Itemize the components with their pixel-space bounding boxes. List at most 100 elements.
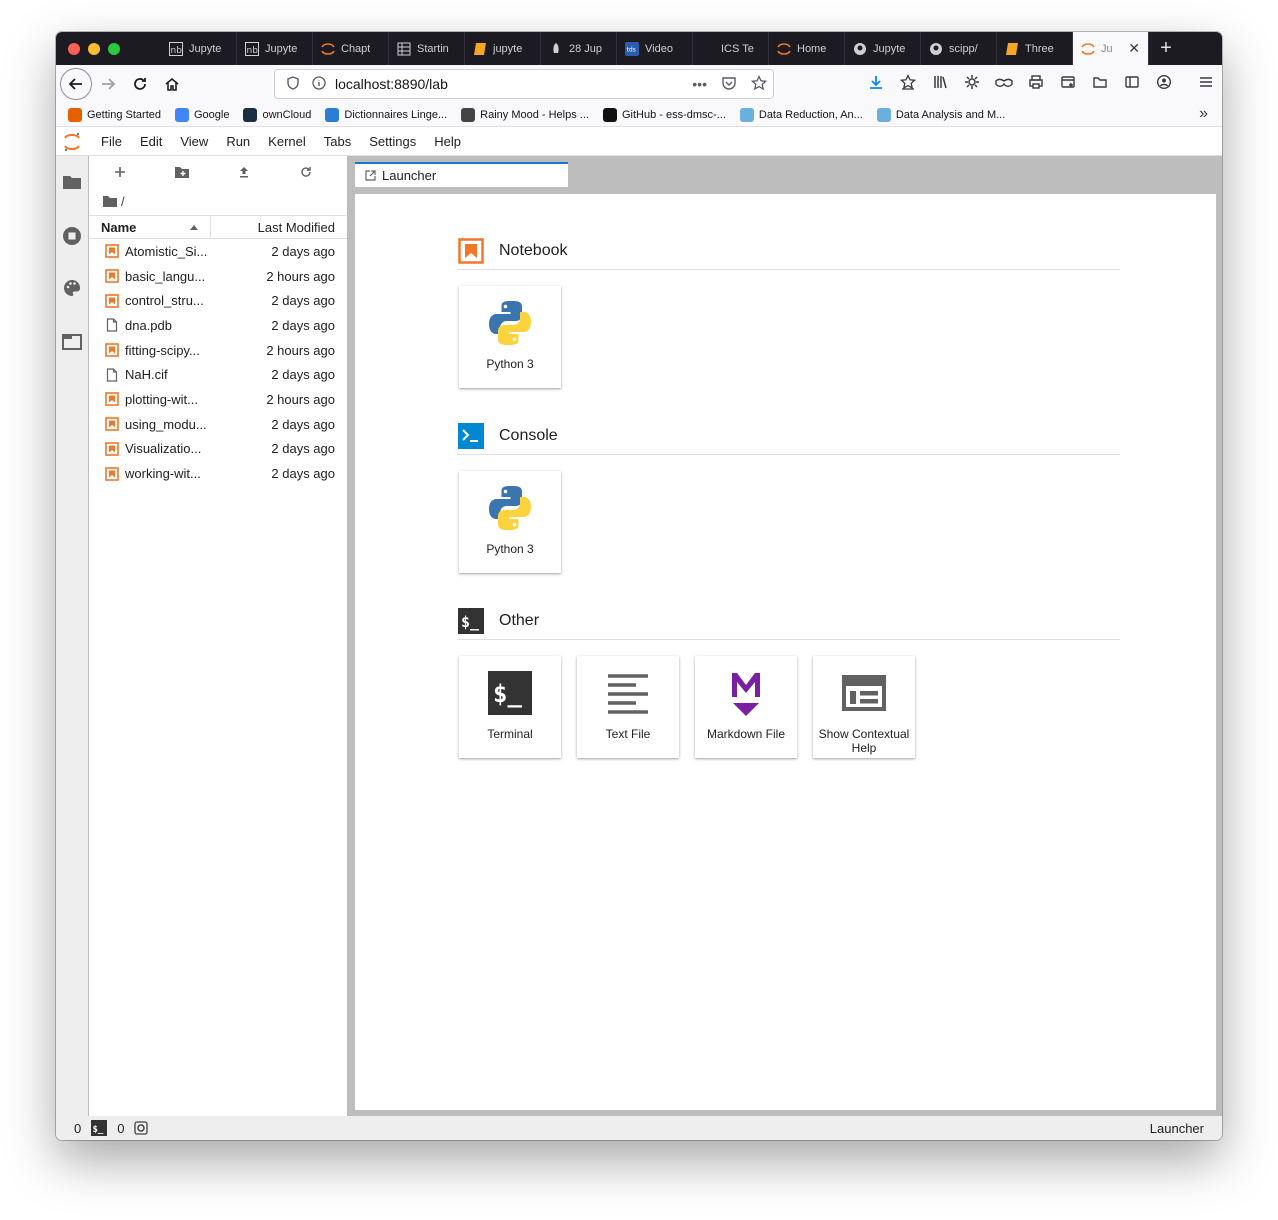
markdown-file-card[interactable]: Markdown File	[695, 656, 797, 758]
menu-settings[interactable]: Settings	[360, 134, 425, 149]
kernel-gear-icon[interactable]	[134, 1121, 149, 1135]
browser-tab-3[interactable]: Startin	[389, 32, 465, 65]
info-icon[interactable]	[309, 75, 329, 93]
file-name: Visualizatio...	[125, 441, 202, 457]
browser-tab-1[interactable]: nb Jupyte	[237, 32, 313, 65]
running-tab[interactable]	[56, 218, 88, 254]
file-row[interactable]: working-wit... 2 days ago	[89, 461, 347, 486]
svg-text:$_: $_	[461, 613, 480, 631]
tab-launcher[interactable]: Launcher	[355, 162, 568, 187]
menu-run[interactable]: Run	[217, 134, 259, 149]
bookmark-3[interactable]: Dictionnaires Linge...	[325, 107, 447, 122]
browser-tab-label: Chapt	[341, 42, 371, 55]
upload-button[interactable]	[213, 165, 275, 181]
menu-edit[interactable]: Edit	[131, 134, 171, 149]
pocket-icon[interactable]	[721, 75, 737, 94]
folder-icon[interactable]	[103, 195, 117, 207]
terminal-card[interactable]: $_ Terminal	[459, 656, 561, 758]
file-row[interactable]: dna.pdb 2 days ago	[89, 313, 347, 338]
bookmark-5[interactable]: GitHub - ess-dmsc-...	[602, 107, 726, 122]
home-button[interactable]	[156, 68, 188, 100]
library-icon[interactable]	[924, 74, 956, 94]
page-actions-icon[interactable]: •••	[692, 76, 707, 92]
new-tab-button[interactable]: +	[1149, 32, 1183, 65]
bookmark-0[interactable]: Getting Started	[68, 107, 161, 122]
sidebar-icon[interactable]	[1116, 74, 1148, 94]
browser-tab-6[interactable]: tds Video	[617, 32, 693, 65]
zoom-window-button[interactable]	[108, 42, 120, 55]
browser-tab-4[interactable]: jupyte	[465, 32, 541, 65]
last-modified-column-header[interactable]: Last Modified	[211, 220, 347, 235]
menu-file[interactable]: File	[92, 134, 131, 149]
file-row[interactable]: Visualizatio... 2 days ago	[89, 437, 347, 462]
panel-splitter[interactable]	[347, 156, 355, 1116]
new-launcher-button[interactable]	[89, 165, 151, 181]
file-browser-panel: / Name Last Modified Atomistic_Si... 2 da…	[89, 156, 347, 1116]
file-row[interactable]: control_stru... 2 days ago	[89, 288, 347, 313]
file-row[interactable]: NaH.cif 2 days ago	[89, 362, 347, 387]
download-icon[interactable]	[860, 74, 892, 94]
file-row[interactable]: Atomistic_Si... 2 days ago	[89, 239, 347, 264]
file-list: Atomistic_Si... 2 days ago basic_langu... 2…	[89, 239, 347, 486]
other-section-header: $_ Other	[457, 602, 1120, 640]
refresh-button[interactable]	[275, 165, 337, 181]
browser-tab-7[interactable]: ICS Te	[693, 32, 769, 65]
tabs-tab[interactable]	[56, 324, 88, 360]
hamburger-menu-icon[interactable]	[1190, 74, 1222, 94]
file-row[interactable]: using_modu... 2 days ago	[89, 412, 347, 437]
browser-tab-0[interactable]: nb Jupyte	[161, 32, 237, 65]
bookmark-2[interactable]: ownCloud	[243, 107, 311, 122]
browser-tab-5[interactable]: 28 Jup	[541, 32, 617, 65]
minimize-window-button[interactable]	[88, 42, 100, 55]
url-bar[interactable]: localhost:8890/lab •••	[274, 69, 774, 99]
screenshot-icon[interactable]	[1052, 74, 1084, 94]
bookmark-7[interactable]: Data Analysis and M...	[876, 107, 1005, 122]
bookmark-4[interactable]: Rainy Mood - Helps ...	[461, 107, 589, 122]
file-row[interactable]: plotting-wit... 2 hours ago	[89, 387, 347, 412]
close-window-button[interactable]	[68, 42, 80, 55]
menu-help[interactable]: Help	[425, 134, 470, 149]
main-dock-area: Launcher Notebook Python 3 Console Pytho…	[355, 156, 1222, 1116]
commands-tab[interactable]	[56, 270, 88, 306]
browser-tab-2[interactable]: Chapt	[313, 32, 389, 65]
url-text[interactable]: localhost:8890/lab	[335, 76, 448, 92]
contextual-help-card[interactable]: Show Contextual Help	[813, 656, 915, 758]
settings-gear-icon[interactable]	[956, 74, 988, 94]
chevron-right-double-icon[interactable]: »	[1199, 105, 1208, 123]
browser-tab-8[interactable]: Home	[769, 32, 845, 65]
menu-kernel[interactable]: Kernel	[259, 134, 315, 149]
text-file-card[interactable]: Text File	[577, 656, 679, 758]
file-browser-tab[interactable]	[56, 164, 88, 200]
notebook-python3-card[interactable]: Python 3	[459, 286, 561, 388]
kernel-count[interactable]: 0	[117, 1121, 124, 1136]
forward-button[interactable]	[92, 68, 124, 100]
mask-icon[interactable]	[988, 76, 1020, 93]
menu-view[interactable]: View	[171, 134, 217, 149]
file-row[interactable]: fitting-scipy... 2 hours ago	[89, 338, 347, 363]
file-row[interactable]: basic_langu... 2 hours ago	[89, 264, 347, 289]
terminal-count[interactable]: 0	[74, 1121, 81, 1136]
shield-icon[interactable]	[283, 75, 303, 93]
bookmark-star-icon[interactable]	[750, 74, 768, 94]
folder-icon[interactable]	[1084, 74, 1116, 94]
name-column-header[interactable]: Name	[89, 216, 211, 238]
bookmark-1[interactable]: Google	[175, 107, 229, 122]
browser-tab-label: Jupyte	[189, 42, 222, 55]
account-icon[interactable]	[1148, 74, 1180, 94]
console-python3-card[interactable]: Python 3	[459, 471, 561, 573]
new-folder-button[interactable]	[151, 165, 213, 181]
browser-tab-9[interactable]: Jupyte	[845, 32, 921, 65]
bookmark-6[interactable]: Data Reduction, An...	[739, 107, 863, 122]
star-sidebar-icon[interactable]	[892, 73, 924, 94]
browser-tab-12[interactable]: Ju ✕	[1073, 32, 1149, 65]
print-icon[interactable]	[1020, 74, 1052, 94]
close-tab-icon[interactable]: ✕	[1128, 40, 1140, 57]
terminal-status-icon[interactable]: $_	[91, 1120, 108, 1136]
browser-tab-label: jupyte	[493, 42, 523, 55]
browser-tab-10[interactable]: scipp/	[921, 32, 997, 65]
back-button[interactable]	[60, 68, 92, 100]
browser-tab-11[interactable]: Three	[997, 32, 1073, 65]
reload-button[interactable]	[124, 68, 156, 100]
menu-tabs[interactable]: Tabs	[315, 134, 360, 149]
breadcrumb-root[interactable]: /	[121, 194, 125, 209]
